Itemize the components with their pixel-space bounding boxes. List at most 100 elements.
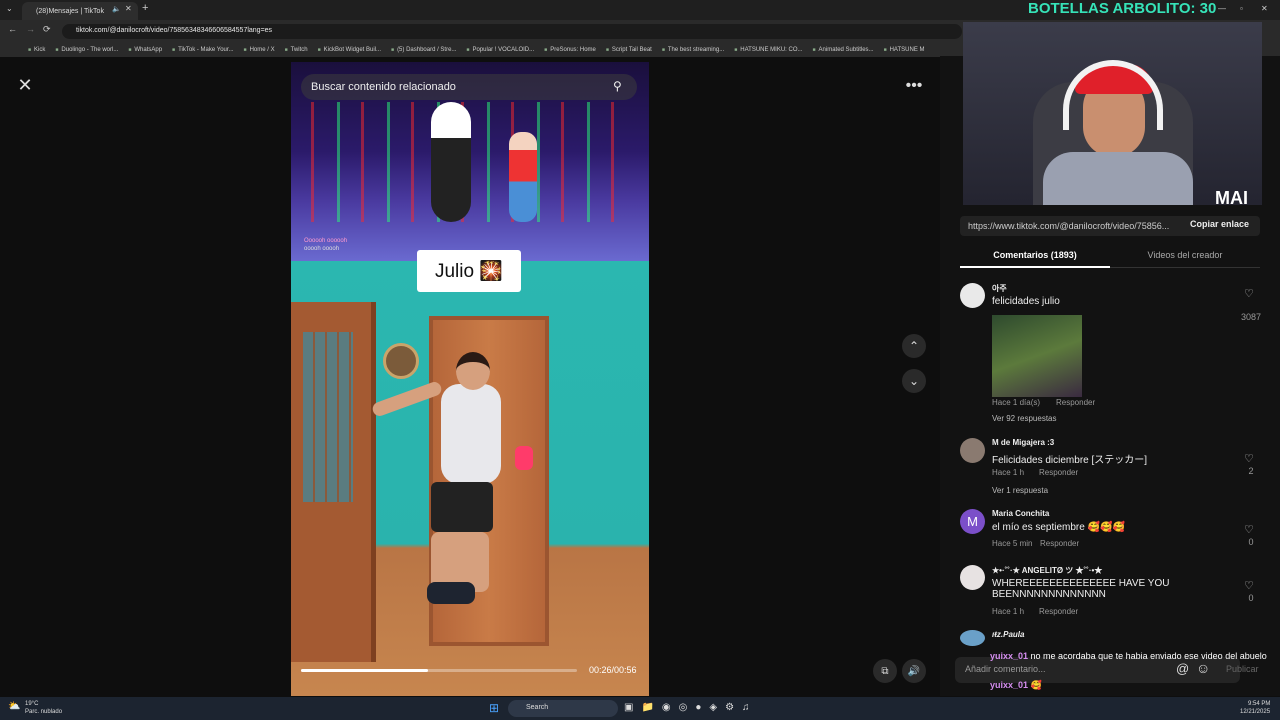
- bookmark-item[interactable]: Home / X: [244, 47, 275, 53]
- bookmark-item[interactable]: WhatsApp: [128, 47, 162, 53]
- chat-message: yuixx_01 🥰: [990, 680, 1042, 691]
- reply-button[interactable]: Responder: [1039, 607, 1078, 616]
- heart-icon[interactable]: ♡: [1244, 287, 1254, 300]
- bookmark-item[interactable]: Script Tail Beat: [606, 47, 652, 53]
- comment-author[interactable]: 아주: [992, 283, 1007, 294]
- copy-link-button[interactable]: Copiar enlace: [1190, 219, 1249, 229]
- bookmark-item[interactable]: Popular ! VOCALOID...: [466, 47, 534, 53]
- comment-author[interactable]: ıŧz.Paula: [992, 630, 1024, 639]
- bookmark-item[interactable]: Animated Subtitles...: [813, 47, 874, 53]
- chat-user: yuixx_01: [990, 680, 1029, 690]
- door-glass: [303, 332, 353, 502]
- chat-text: 🥰: [1030, 680, 1042, 690]
- bookmark-item[interactable]: HATSUNE MIKU: CO...: [734, 47, 802, 53]
- reload-icon[interactable]: ⟳: [43, 24, 51, 35]
- video-progress-bar[interactable]: [301, 669, 577, 672]
- webcam-overlay: MAI: [963, 22, 1262, 205]
- more-options-icon[interactable]: •••: [902, 74, 926, 98]
- comment-text: el mío es septiembre 🥰🥰🥰: [992, 522, 1125, 533]
- girl-dancer: [509, 132, 537, 222]
- comment-time: Hace 1 día(s): [992, 398, 1041, 407]
- clock-time: 9:54 PM: [1248, 701, 1271, 707]
- window-maximize-icon[interactable]: ▫: [1240, 4, 1243, 13]
- avatar[interactable]: [960, 565, 985, 590]
- bookmark-item[interactable]: Duolingo - The worl...: [55, 47, 118, 53]
- search-icon[interactable]: ⚲: [613, 79, 622, 93]
- url-field[interactable]: tiktok.com/@danilocroft/video/7585634834…: [62, 24, 962, 39]
- close-video-icon[interactable]: ✕: [13, 73, 37, 97]
- bookmark-item[interactable]: TikTok - Make Your...: [172, 47, 233, 53]
- avatar[interactable]: M: [960, 509, 985, 534]
- taskbar-search[interactable]: Search: [508, 700, 618, 717]
- back-icon[interactable]: ←: [8, 24, 17, 34]
- headphones: [1063, 60, 1163, 130]
- reply-button[interactable]: Responder: [1039, 468, 1078, 477]
- like-count: 3087: [1240, 312, 1262, 322]
- publish-button[interactable]: Publicar: [1226, 664, 1259, 674]
- comment-author[interactable]: ★•·˚˚·★ ANGELITØ ツ ★˚˚·•★: [992, 565, 1102, 576]
- neon-lights: [311, 102, 631, 222]
- like-count: 0: [1248, 537, 1254, 547]
- pink-glove: [515, 446, 533, 470]
- related-search-input[interactable]: Buscar contenido relacionado: [301, 74, 637, 100]
- view-replies-link[interactable]: Ver 1 respuesta: [992, 486, 1048, 495]
- like-count: 2: [1248, 466, 1254, 476]
- video-time: 00:26/00:56: [589, 665, 637, 675]
- chat-message: yuixx_01 no me acordaba que te habia env…: [990, 651, 1267, 661]
- bookmark-item[interactable]: Twitch: [285, 47, 308, 53]
- forward-icon[interactable]: →: [26, 24, 35, 34]
- next-video-icon[interactable]: ⌄: [902, 369, 926, 393]
- comment-text: felicidades julio: [992, 296, 1060, 307]
- video-player[interactable]: Oooooh oooooh ooooh ooooh Julio 🎇 Buscar…: [291, 62, 649, 696]
- reply-button[interactable]: Responder: [1040, 539, 1079, 548]
- tab-mute-icon[interactable]: 🔈: [112, 5, 121, 13]
- emoji-icon[interactable]: ☺: [1196, 660, 1210, 676]
- avatar[interactable]: [960, 630, 985, 646]
- comment-time: Hace 5 min: [992, 539, 1033, 548]
- chat-user: yuixx_01: [990, 651, 1029, 661]
- new-tab-icon[interactable]: +: [142, 2, 148, 14]
- comment-gif[interactable]: [992, 315, 1082, 397]
- tab-list-icon[interactable]: ⌄: [6, 4, 13, 13]
- bookmark-item[interactable]: PreSonus: Home: [544, 47, 596, 53]
- bookmark-item[interactable]: Kick: [28, 47, 45, 53]
- tab-close-icon[interactable]: ✕: [125, 4, 132, 13]
- reply-button[interactable]: Responder: [1056, 398, 1095, 407]
- chat-text: no me acordaba que te habia enviado ese …: [1030, 651, 1267, 661]
- bookmark-item[interactable]: HATSUNE M: [884, 47, 925, 53]
- wall-plate: [383, 343, 419, 379]
- comment-author[interactable]: M de Migajera :3: [992, 438, 1054, 447]
- panel-tabs: Comentarios (1893) Videos del creador: [960, 246, 1260, 268]
- comment-item: M Maria Conchita el mío es septiembre 🥰🥰…: [960, 509, 1270, 554]
- volume-icon[interactable]: 🔊: [902, 659, 926, 683]
- comment-text: WHEREEEEEEEEEEEEEE HAVE YOU BEENNNNNNNNN…: [992, 578, 1170, 600]
- bookmark-item[interactable]: (5) Dashboard / Stre...: [391, 47, 456, 53]
- pip-icon[interactable]: ⧉: [873, 659, 897, 683]
- tab-comments[interactable]: Comentarios (1893): [960, 246, 1110, 268]
- tab-creator-videos[interactable]: Videos del creador: [1110, 246, 1260, 268]
- mention-icon[interactable]: @: [1176, 661, 1189, 676]
- bookmark-item[interactable]: KickBot Widget Buil...: [318, 47, 381, 53]
- view-replies-link[interactable]: Ver 92 respuestas: [992, 414, 1056, 423]
- previous-video-icon[interactable]: ⌃: [902, 334, 926, 358]
- dancer-shoes: [427, 582, 475, 604]
- avatar[interactable]: [960, 283, 985, 308]
- heart-icon[interactable]: ♡: [1244, 579, 1254, 592]
- window-minimize-icon[interactable]: —: [1218, 4, 1226, 13]
- dancer-head: [456, 352, 490, 390]
- start-icon[interactable]: ⊞: [489, 701, 499, 715]
- taskbar-search-label: Search: [526, 704, 549, 711]
- comment-author[interactable]: Maria Conchita: [992, 509, 1049, 518]
- video-progress-fill: [301, 669, 428, 672]
- dancer-shirt: [441, 384, 501, 484]
- dancer-shorts: [431, 482, 493, 532]
- window-close-icon[interactable]: ✕: [1261, 4, 1268, 13]
- heart-icon[interactable]: ♡: [1244, 452, 1254, 465]
- comment-time: Hace 1 h: [992, 607, 1025, 616]
- video-caption-label: Julio 🎇: [417, 250, 521, 292]
- bookmark-item[interactable]: The best streaming...: [662, 47, 724, 53]
- tab-title: (28)Mensajes | TikTok: [36, 7, 104, 15]
- add-comment-input[interactable]: Añadir comentario...: [965, 664, 1046, 674]
- heart-icon[interactable]: ♡: [1244, 523, 1254, 536]
- avatar[interactable]: [960, 438, 985, 463]
